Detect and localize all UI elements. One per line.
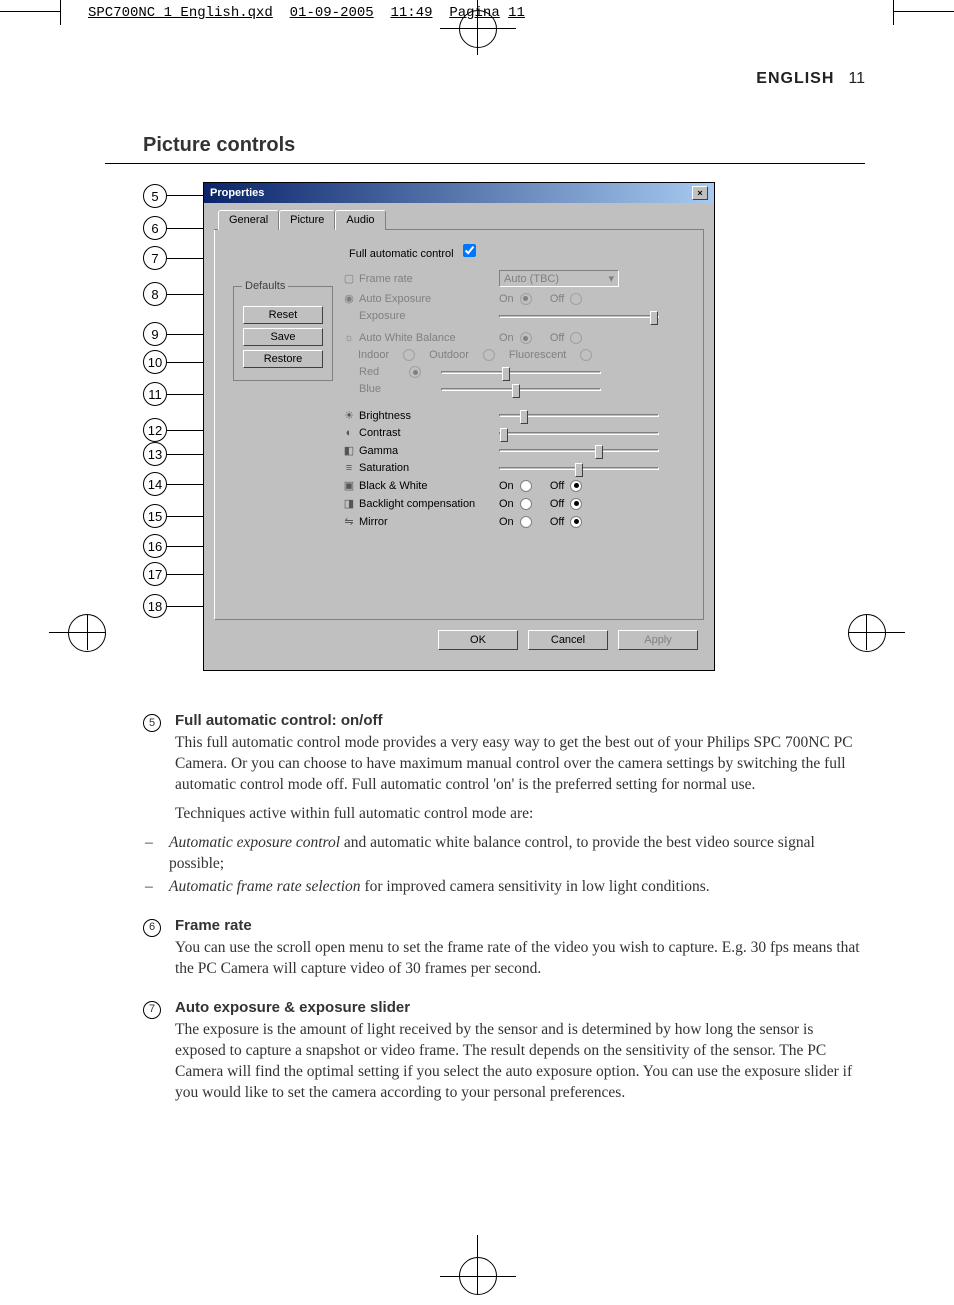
ok-button[interactable]: OK bbox=[438, 630, 518, 650]
tab-general[interactable]: General bbox=[218, 210, 279, 230]
gamma-slider[interactable] bbox=[499, 449, 659, 452]
entry-5-title: Full automatic control: on/off bbox=[175, 711, 865, 731]
backlight-icon: ◨ bbox=[339, 497, 359, 510]
callout-11: 11 bbox=[143, 382, 167, 406]
frame-rate-label: Frame rate bbox=[359, 273, 499, 285]
section-title: Picture controls bbox=[105, 134, 865, 164]
auto-exposure-label: Auto Exposure bbox=[359, 293, 499, 305]
callout-9: 9 bbox=[143, 322, 167, 346]
camera-icon: ▢ bbox=[339, 272, 359, 285]
restore-button[interactable]: Restore bbox=[243, 350, 323, 368]
saturation-icon: ≡ bbox=[339, 462, 359, 474]
saturation-label: Saturation bbox=[359, 462, 499, 474]
auto-exposure-on-radio[interactable] bbox=[520, 293, 532, 305]
callout-17: 17 bbox=[143, 562, 167, 586]
save-button[interactable]: Save bbox=[243, 328, 323, 346]
callout-15: 15 bbox=[143, 504, 167, 528]
entry-6-p1: You can use the scroll open menu to set … bbox=[175, 938, 865, 980]
saturation-slider[interactable] bbox=[499, 467, 659, 470]
entry-6-title: Frame rate bbox=[175, 916, 865, 936]
tab-audio[interactable]: Audio bbox=[335, 210, 385, 230]
contrast-icon: ◐ bbox=[339, 427, 359, 439]
reset-button[interactable]: Reset bbox=[243, 306, 323, 324]
mirror-off-radio[interactable] bbox=[570, 516, 582, 528]
defaults-legend: Defaults bbox=[242, 280, 288, 292]
indoor-radio[interactable] bbox=[403, 349, 415, 361]
red-slider[interactable] bbox=[441, 371, 601, 374]
backlight-off-radio[interactable] bbox=[570, 498, 582, 510]
auto-exposure-off-radio[interactable] bbox=[570, 293, 582, 305]
callout-13: 13 bbox=[143, 442, 167, 466]
close-icon[interactable]: × bbox=[692, 186, 708, 200]
brightness-label: Brightness bbox=[359, 410, 499, 422]
callout-5: 5 bbox=[143, 184, 167, 208]
callout-7: 7 bbox=[143, 246, 167, 270]
callout-16: 16 bbox=[143, 534, 167, 558]
entry-num-7: 7 bbox=[143, 1001, 161, 1019]
wb-icon: ☼ bbox=[339, 332, 359, 344]
contrast-label: Contrast bbox=[359, 427, 499, 439]
red-radio[interactable] bbox=[409, 366, 421, 378]
body-text: 5 Full automatic control: on/off This fu… bbox=[105, 711, 865, 1112]
exposure-label: Exposure bbox=[359, 310, 499, 322]
entry-7-p1: The exposure is the amount of light rece… bbox=[175, 1020, 865, 1104]
defaults-group: Defaults Reset Save Restore bbox=[233, 280, 333, 381]
tab-picture[interactable]: Picture bbox=[279, 210, 335, 230]
blue-slider[interactable] bbox=[441, 388, 601, 391]
apply-button[interactable]: Apply bbox=[618, 630, 698, 650]
entry-5-p2: Techniques active within full automatic … bbox=[175, 804, 865, 825]
chevron-down-icon: ▾ bbox=[608, 272, 614, 285]
callout-18: 18 bbox=[143, 594, 167, 618]
bw-on-radio[interactable] bbox=[520, 480, 532, 492]
backlight-on-radio[interactable] bbox=[520, 498, 532, 510]
dialog-titlebar: Properties × bbox=[204, 183, 714, 203]
dialog-title: Properties bbox=[210, 187, 264, 199]
callout-8: 8 bbox=[143, 282, 167, 306]
brightness-icon: ☀ bbox=[339, 409, 359, 422]
entry-7-title: Auto exposure & exposure slider bbox=[175, 998, 865, 1018]
properties-dialog: Properties × General Picture Audio Full … bbox=[203, 182, 715, 671]
gamma-label: Gamma bbox=[359, 445, 499, 457]
brightness-slider[interactable] bbox=[499, 414, 659, 417]
callout-10: 10 bbox=[143, 350, 167, 374]
entry-num-6: 6 bbox=[143, 919, 161, 937]
cancel-button[interactable]: Cancel bbox=[528, 630, 608, 650]
bw-label: Black & White bbox=[359, 480, 499, 492]
language-label: ENGLISH bbox=[756, 70, 834, 88]
awb-on-radio[interactable] bbox=[520, 332, 532, 344]
awb-off-radio[interactable] bbox=[570, 332, 582, 344]
print-header: SPC700NC_1_English.qxd 01-09-2005 11:49 … bbox=[88, 5, 525, 21]
aperture-icon: ◉ bbox=[339, 292, 359, 305]
full-auto-checkbox[interactable] bbox=[463, 244, 476, 257]
bw-icon: ▣ bbox=[339, 479, 359, 492]
page-header: ENGLISH 11 bbox=[105, 70, 865, 88]
full-auto-label: Full automatic control bbox=[349, 248, 454, 260]
callout-column: 5 6 7 8 9 10 11 12 13 14 15 16 17 18 bbox=[143, 182, 203, 671]
entry-5-p1: This full automatic control mode provide… bbox=[175, 733, 865, 796]
frame-rate-dropdown[interactable]: Auto (TBC)▾ bbox=[499, 270, 619, 287]
gamma-icon: ◧ bbox=[339, 444, 359, 457]
mirror-icon: ⇋ bbox=[339, 515, 359, 528]
backlight-label: Backlight compensation bbox=[359, 498, 499, 510]
mirror-on-radio[interactable] bbox=[520, 516, 532, 528]
outdoor-radio[interactable] bbox=[483, 349, 495, 361]
entry-num-5: 5 bbox=[143, 714, 161, 732]
callout-6: 6 bbox=[143, 216, 167, 240]
mirror-label: Mirror bbox=[359, 516, 499, 528]
exposure-slider[interactable] bbox=[499, 315, 659, 318]
blue-label: Blue bbox=[359, 383, 409, 395]
fluorescent-radio[interactable] bbox=[580, 349, 592, 361]
awb-label: Auto White Balance bbox=[359, 332, 499, 344]
callout-12: 12 bbox=[143, 418, 167, 442]
contrast-slider[interactable] bbox=[499, 432, 659, 435]
red-label: Red bbox=[359, 366, 409, 378]
bw-off-radio[interactable] bbox=[570, 480, 582, 492]
callout-14: 14 bbox=[143, 472, 167, 496]
page-number: 11 bbox=[848, 70, 865, 88]
